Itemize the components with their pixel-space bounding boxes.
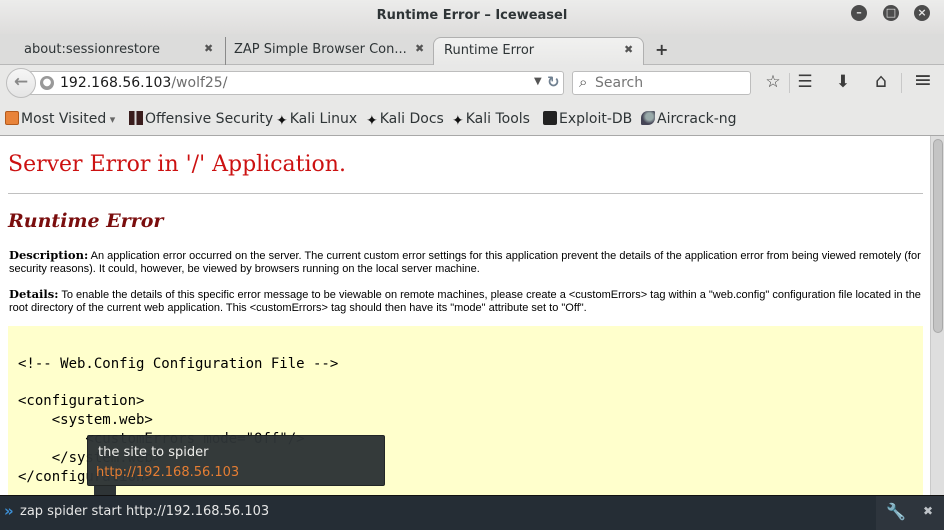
divider (8, 193, 923, 194)
browser-window: Runtime Error – Iceweasel – □ × about:se… (0, 0, 944, 530)
vertical-scrollbar[interactable] (930, 136, 944, 495)
description-text: An application error occurred on the ser… (9, 250, 921, 275)
tab-label: ZAP Simple Browser Con... (234, 42, 407, 57)
url-text[interactable]: 192.168.56.103/wolf25/ (60, 75, 227, 91)
prompt-icon: » (4, 502, 14, 520)
toolbar-separator (789, 73, 790, 93)
menu-icon[interactable]: ≡ (912, 68, 934, 93)
bookmark-label: Most Visited (21, 111, 107, 127)
bookmark-star-icon[interactable]: ☆ (762, 72, 784, 92)
reading-list-icon[interactable]: ☰ (794, 72, 816, 92)
toolbar-separator (901, 73, 902, 93)
offensive-security-icon (129, 111, 143, 125)
close-icon[interactable]: ✖ (923, 504, 933, 518)
folder-icon (5, 111, 19, 125)
details-text: To enable the details of this specific e… (9, 289, 921, 314)
tab-label: Runtime Error (444, 43, 535, 58)
tab-session-restore[interactable]: about:sessionrestore ✖ (0, 37, 226, 65)
page-heading: Server Error in '/' Application. (8, 152, 346, 177)
reload-icon[interactable]: ↻ (547, 73, 560, 91)
search-icon: ⌕ (579, 73, 588, 91)
navigation-bar: ● 192.168.56.103/wolf25/ ▼ ↻ ← ⌕ ☆ ☰ ⬇ ⌂… (0, 65, 944, 103)
close-window-button[interactable]: × (914, 5, 930, 21)
new-tab-button[interactable]: + (655, 40, 668, 59)
url-host: 192.168.56.103 (60, 75, 172, 91)
bookmark-kali-tools[interactable]: ✦ Kali Tools (452, 111, 530, 129)
bookmark-offensive-security[interactable]: Offensive Security (129, 111, 273, 127)
kali-dragon-icon: ✦ (276, 113, 288, 129)
bookmark-kali-docs[interactable]: ✦ Kali Docs (366, 111, 444, 129)
bookmark-kali-linux[interactable]: ✦ Kali Linux (276, 111, 357, 129)
maximize-button[interactable]: □ (883, 5, 899, 21)
bookmark-most-visited[interactable]: Most Visited ▾ (5, 111, 115, 127)
aircrack-icon (641, 111, 655, 125)
code-line: <configuration> (18, 393, 145, 409)
code-line: <!-- Web.Config Configuration File --> (18, 356, 339, 372)
command-hint-tooltip: the site to spider http://192.168.56.103 (87, 435, 385, 486)
url-bar[interactable]: ● 192.168.56.103/wolf25/ ▼ ↻ (28, 71, 564, 95)
tab-bar: about:sessionrestore ✖ ZAP Simple Browse… (0, 34, 944, 66)
exploit-db-icon (543, 111, 557, 125)
bookmark-exploit-db[interactable]: Exploit-DB (543, 111, 632, 127)
history-dropdown-icon[interactable]: ▼ (534, 76, 542, 87)
tooltip-label: the site to spider (98, 445, 209, 460)
code-line: <system.web> (18, 412, 153, 428)
kali-dragon-icon: ✦ (452, 113, 464, 129)
description-label: Description: (9, 248, 89, 262)
tab-close-icon[interactable]: ✖ (204, 42, 213, 55)
bookmark-label: Kali Linux (289, 111, 358, 127)
chevron-down-icon: ▾ (106, 113, 116, 126)
search-bar[interactable]: ⌕ (572, 71, 751, 95)
details-label: Details: (9, 287, 59, 301)
title-bar: Runtime Error – Iceweasel – □ × (0, 0, 944, 34)
search-input[interactable] (595, 75, 745, 91)
bookmark-label: Offensive Security (145, 111, 274, 127)
bookmark-aircrack-ng[interactable]: Aircrack-ng (641, 111, 737, 127)
tab-close-icon[interactable]: ✖ (624, 43, 633, 56)
command-bar-tools: 🔧 ✖ (876, 496, 944, 530)
tab-label: about:sessionrestore (24, 42, 160, 57)
scrollbar-thumb[interactable] (933, 139, 943, 333)
error-subheading: Runtime Error (8, 210, 164, 232)
window-title: Runtime Error – Iceweasel (376, 8, 568, 23)
tab-close-icon[interactable]: ✖ (415, 42, 424, 55)
bookmark-label: Kali Docs (379, 111, 444, 127)
description-paragraph: Description: An application error occurr… (9, 249, 924, 276)
bookmarks-toolbar: Most Visited ▾ Offensive Security ✦ Kali … (0, 103, 944, 136)
bookmark-label: Aircrack-ng (657, 111, 737, 127)
command-input[interactable] (20, 504, 860, 519)
wrench-icon[interactable]: 🔧 (886, 502, 906, 521)
tooltip-pointer (94, 486, 116, 495)
globe-icon: ● (40, 76, 54, 90)
tab-runtime-error[interactable]: Runtime Error ✖ (433, 37, 644, 66)
back-button[interactable]: ← (6, 68, 36, 98)
tab-zap-simple-browser[interactable]: ZAP Simple Browser Con... ✖ (227, 37, 432, 65)
details-paragraph: Details: To enable the details of this s… (9, 288, 924, 315)
developer-command-bar: » 🔧 ✖ (0, 495, 944, 530)
downloads-icon[interactable]: ⬇ (832, 72, 854, 92)
minimize-button[interactable]: – (851, 5, 867, 21)
home-icon[interactable]: ⌂ (870, 70, 892, 92)
url-path: /wolf25/ (171, 75, 228, 91)
bookmark-label: Kali Tools (465, 111, 530, 127)
bookmark-label: Exploit-DB (559, 111, 633, 127)
kali-dragon-icon: ✦ (366, 113, 378, 129)
tooltip-value: http://192.168.56.103 (96, 465, 240, 480)
